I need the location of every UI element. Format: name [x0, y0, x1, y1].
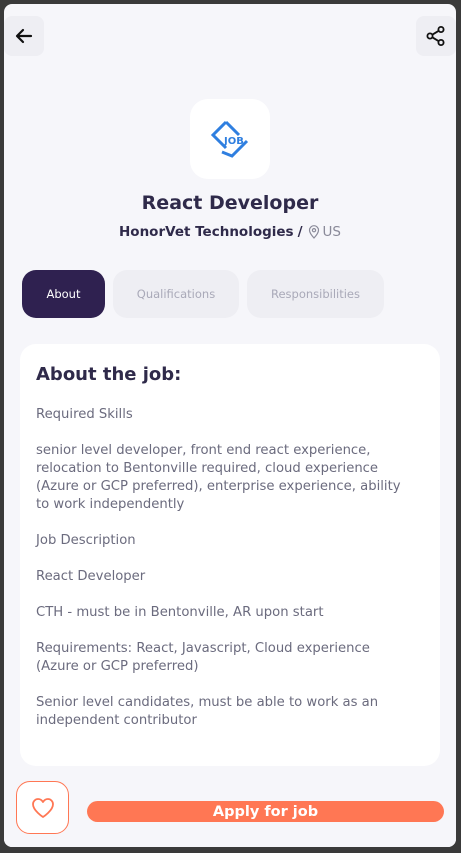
share-button[interactable] — [416, 16, 456, 56]
heart-icon — [31, 797, 54, 818]
about-card: About the job: Required Skills senior le… — [20, 344, 440, 766]
about-paragraph: Required Skills — [36, 407, 133, 422]
about-heading: About the job: — [36, 364, 182, 385]
company-line: HonorVet Technologies / US — [4, 224, 456, 240]
logo-text: JOB — [223, 136, 244, 147]
arrow-left-icon — [15, 28, 33, 44]
tab-about[interactable]: About — [22, 270, 105, 318]
about-paragraph: Job Description — [36, 533, 136, 548]
location-pin-icon — [308, 225, 320, 239]
job-location: US — [322, 224, 341, 240]
about-paragraph: React Developer — [36, 569, 146, 584]
separator: / — [297, 224, 303, 240]
company-logo: JOB — [190, 99, 270, 179]
about-paragraph: Requirements: React, Javascript, Cloud e… — [36, 641, 370, 674]
job-logo-icon: JOB — [210, 120, 249, 158]
footer-bar: Apply for job — [4, 772, 456, 847]
favorite-button[interactable] — [16, 781, 69, 834]
tab-qualifications[interactable]: Qualifications — [113, 270, 239, 318]
about-paragraph: senior level developer, front end react … — [36, 443, 401, 512]
about-paragraph: CTH - must be in Bentonville, AR upon st… — [36, 605, 324, 620]
job-title: React Developer — [141, 192, 319, 214]
back-button[interactable] — [4, 16, 44, 56]
tab-responsibilities[interactable]: Responsibilities — [247, 270, 384, 318]
apply-button[interactable]: Apply for job — [87, 801, 444, 822]
company-name: HonorVet Technologies — [119, 224, 294, 240]
about-body: Required Skills senior level developer, … — [36, 406, 416, 748]
about-paragraph: Senior level candidates, must be able to… — [36, 695, 379, 728]
job-details-screen: JOB React Developer HonorVet Technologie… — [4, 4, 456, 847]
share-icon — [426, 26, 445, 46]
